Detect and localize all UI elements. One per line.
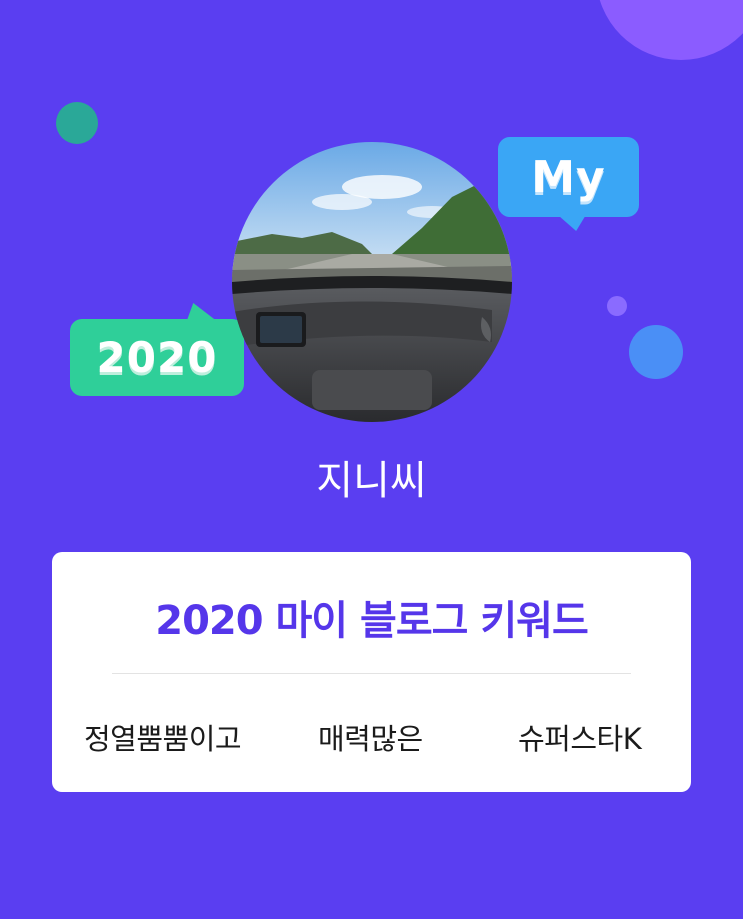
my-bubble-text: My: [531, 151, 606, 203]
decorative-circle-lilac: [607, 296, 627, 316]
profile-name: 지니씨: [316, 458, 427, 504]
keyword-item: 정열뿜뿜이고: [84, 722, 242, 756]
keyword-item: 매력많은: [318, 722, 423, 756]
card-title: 2020 마이 블로그 키워드: [155, 598, 589, 644]
avatar[interactable]: [232, 142, 512, 422]
year-bubble-text: 2020: [96, 333, 218, 382]
decorative-circle-teal: [56, 102, 98, 144]
my-speech-bubble: My: [498, 137, 639, 231]
decorative-circle-purple: [596, 0, 743, 60]
speech-bubble-tail: [557, 215, 591, 231]
blog-keyword-screen: My 2020 지니씨 2020 마이 블로그 키워드 정열뿜뿜이고 매력많은 …: [0, 0, 743, 919]
year-speech-bubble: 2020: [70, 303, 244, 396]
avatar-image: [232, 142, 512, 422]
card-divider: [112, 673, 631, 674]
speech-bubble-tail: [186, 303, 224, 321]
keyword-item: 슈퍼스타K: [518, 722, 642, 756]
decorative-circle-blue: [629, 325, 683, 379]
